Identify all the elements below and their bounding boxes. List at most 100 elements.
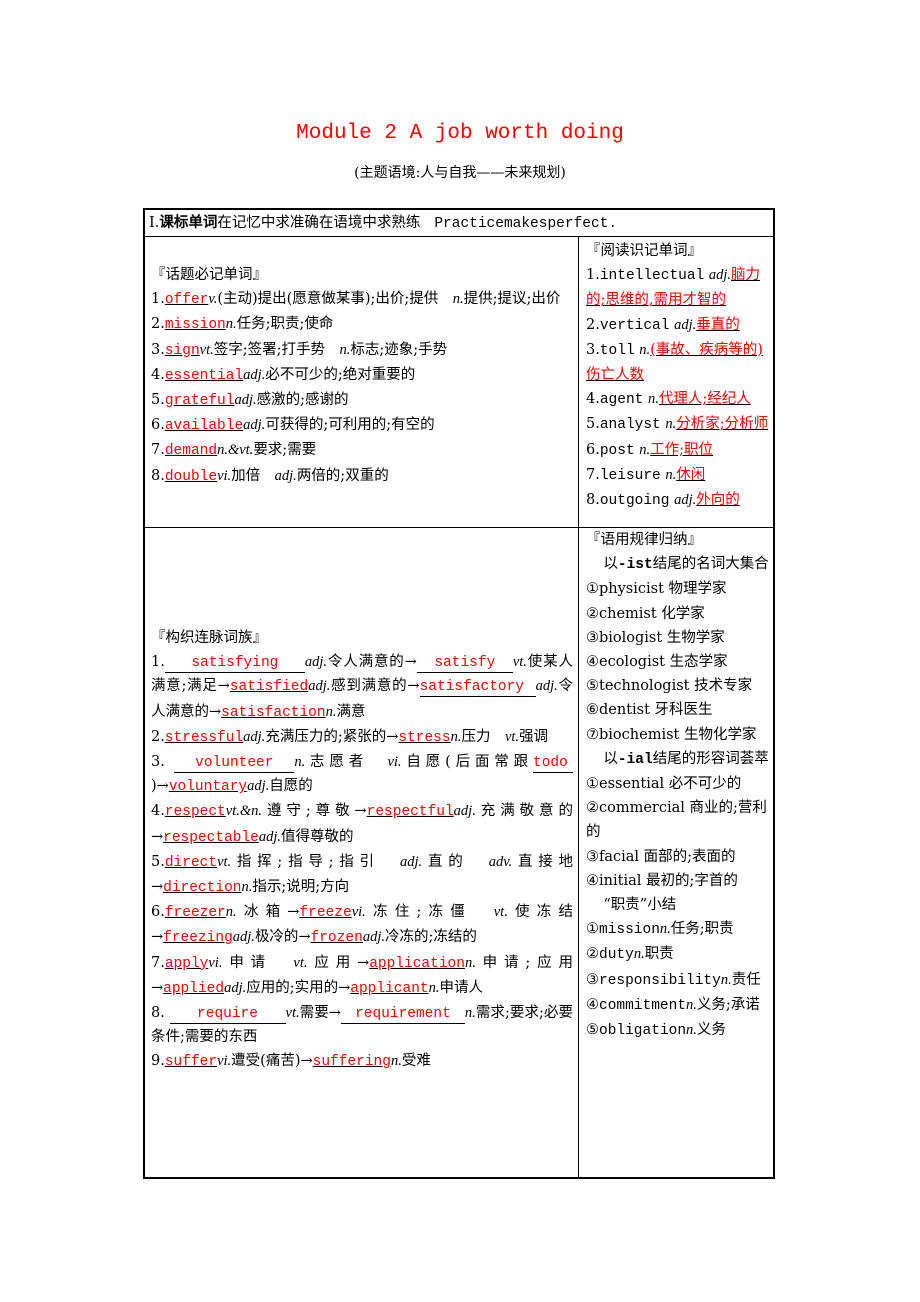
answer-word: direct [164,854,218,871]
list-item: 5.analyst n.分析家;分析师 [586,412,772,437]
definition: 应用→ [307,954,370,971]
part-of-speech: adj. [247,778,270,795]
answer-word: available [164,418,244,435]
item-number: 5. [151,392,165,409]
item-number: 5. [586,416,600,433]
definition: 职责 [644,946,674,963]
definition: 自愿(后面常跟 [401,754,534,771]
vocab-word: intellectual [599,268,705,285]
part-of-speech: adj. [674,492,697,509]
part-of-speech: n. [225,904,237,921]
definition: 必不可少的;绝对重要的 [265,366,416,383]
definition: 要求;需要 [253,442,317,459]
list-item: ①missionn.任务;职责 [586,917,772,942]
answer-word: double [164,468,218,485]
answer-word: respect [164,804,226,821]
part-of-speech: adj. [234,392,257,409]
column-divider [578,236,579,1177]
definition: 值得尊敬的 [281,828,354,845]
part-of-speech: n. [428,979,440,996]
definition: 遭受(痛苦)→ [231,1053,313,1070]
item-number: 5. [151,853,165,870]
definition: 令人满意的→ [327,654,417,671]
answer-word: apply [164,955,209,972]
list-item: 6.post n.工作;职位 [586,438,772,463]
list-item: 9.suffervi.遭受(痛苦)→sufferingn.受难 [151,1049,573,1074]
answer-blank: satisfy [416,654,513,674]
part-of-speech: adv. [488,853,513,870]
vocab-word: outgoing [599,493,670,510]
list-item: 2.vertical adj.垂直的 [586,313,772,338]
list-item: ①physicist 物理学家 [586,581,727,598]
part-of-speech: n. [665,416,677,433]
definition: 可获得的;可利用的;有空的 [265,417,435,434]
list-item: ②dutyn.职责 [586,942,772,967]
answer-word: freezer [164,905,226,922]
item-number: 4. [586,391,600,408]
list-item: ⑦biochemist 生物化学家 [586,726,757,743]
topic-words-cell: 『话题必记单词』 1.offerv.(主动)提出(愿意做某事);出价;提供 n.… [151,263,573,489]
part-of-speech: adj. [243,728,266,745]
item-number: 4. [151,366,165,383]
part-of-speech: vt. [217,853,232,870]
part-of-speech: adj. [362,929,385,946]
answer-word: respectable [163,829,259,846]
list-item: ⑤technologist 技术专家 [586,678,753,695]
answer-definition: 外向的 [696,492,740,509]
vocab-word: post [599,442,635,459]
list-item: 7.demandn.&vt.要求;需要 [151,438,573,463]
part-of-speech: adj. [224,979,247,996]
part-of-speech: vt. [293,954,308,971]
item-number: 9. [151,1053,165,1070]
answer-definition: 休闲 [676,466,706,483]
item-number: 7. [151,442,165,459]
definition: 需要→ [299,1005,341,1022]
item-marker: ⑤ [586,1022,599,1039]
item-number: 8. [151,1005,165,1022]
suffix: -ial [617,751,653,768]
item-number: 2. [151,728,165,745]
vocab-word: toll [599,342,635,359]
list-item: ④commitmentn.义务;承诺 [586,993,772,1018]
answer-word: freeze [299,905,352,922]
item-number: 1. [586,267,600,284]
part-of-speech: n. [464,954,476,971]
part-of-speech: n. [390,1053,402,1070]
definition: 充满压力的;紧张的→ [265,728,399,745]
item-number: 7. [586,466,600,483]
definition: 感到满意的→ [330,678,420,695]
word-family-cell: 『构织连脉词族』 1. satisfying adj.令人满意的→ satisfy vt… [151,626,574,1075]
section-number: Ⅰ. [149,215,160,231]
list-item: 8. require vt.需要→ requirement n.需求;要求;必要条件;… [151,1001,573,1049]
intro-text: 以 [603,750,618,767]
part-of-speech: n. [720,971,732,988]
vocab-word: duty [599,947,634,964]
list-item: ②commercial 商业的;营利的 [586,800,767,841]
part-of-speech: n. [633,946,645,963]
definition: 责任 [731,971,761,988]
list-item: 4.respectvt.&n.遵守;尊敬→respectfuladj.充满敬意的… [151,799,573,849]
item-marker: ① [586,921,599,938]
item-number: 3. [586,341,600,358]
item-number: 6. [151,417,165,434]
part-of-speech: n. [225,316,237,333]
answer-word: application [369,955,465,972]
part-of-speech: n. [659,921,671,938]
answer-word: voluntary [168,779,248,796]
intro-text: 结尾的名词大集合 [652,556,769,573]
definition: 指挥;指导;指引 [231,853,401,870]
definition: 申请人 [439,979,483,996]
part-of-speech: vt. [493,904,508,921]
list-item: ③biologist 生物学家 [586,629,725,646]
list-item: ③responsibilityn.责任 [586,968,772,993]
list-item: 7.applyvi.申请 vt.应用→applicationn.申请;应用→ap… [151,951,573,1001]
item-marker: ③ [586,971,599,988]
answer-word: offer [164,292,209,309]
item-number: 2. [586,316,600,333]
list-item: 2.missionn.任务;职责;使命 [151,312,573,337]
part-of-speech: n. [450,728,462,745]
answer-word: applicant [350,980,429,997]
answer-definition: 垂直的 [696,316,740,333]
definition: 任务;职责;使命 [236,316,334,333]
ial-intro: 以-ial结尾的形容词荟萃 [586,747,772,772]
